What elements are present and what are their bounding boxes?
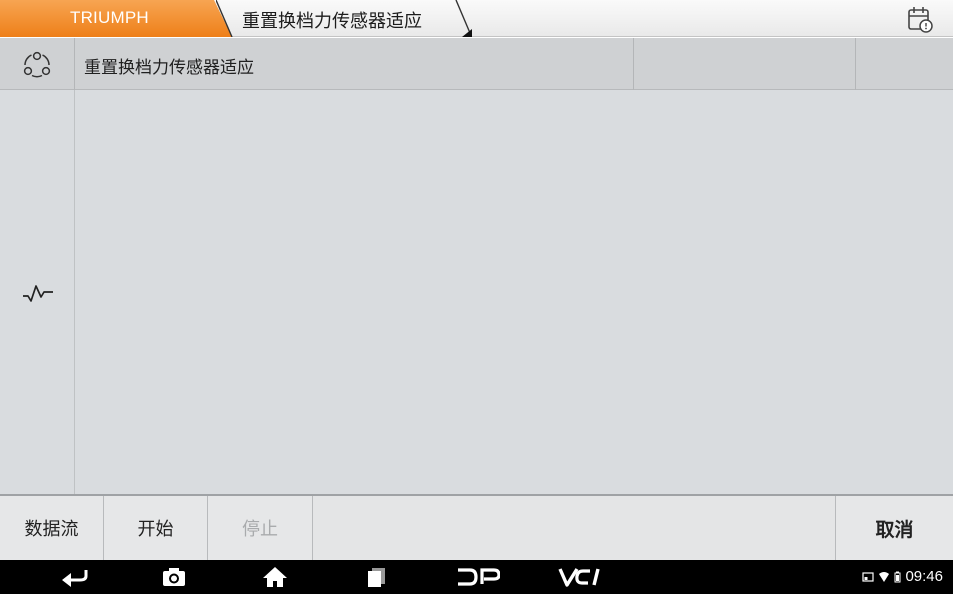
camera-icon[interactable] bbox=[161, 566, 187, 588]
side-panel bbox=[0, 90, 75, 495]
calendar-clock-icon bbox=[908, 7, 933, 33]
stop-button[interactable]: 停止 bbox=[208, 496, 313, 560]
home-icon[interactable] bbox=[262, 566, 288, 588]
action-bar: 数据流 开始 停止 取消 bbox=[0, 494, 953, 560]
battery-icon bbox=[894, 571, 901, 582]
main-panel bbox=[0, 90, 953, 495]
function-header-row: 重置换档力传感器适应 bbox=[0, 38, 953, 90]
waveform-icon[interactable] bbox=[22, 283, 54, 305]
datastream-button[interactable]: 数据流 bbox=[0, 496, 104, 560]
clock-time: 09:46 bbox=[905, 568, 943, 585]
row-value-cell bbox=[633, 38, 855, 90]
back-icon[interactable] bbox=[60, 566, 88, 588]
status-area: 09:46 bbox=[862, 568, 943, 585]
cancel-button[interactable]: 取消 bbox=[835, 496, 953, 560]
calendar-info-button[interactable] bbox=[905, 4, 935, 34]
row-unit-cell bbox=[855, 38, 953, 90]
wifi-icon bbox=[879, 571, 890, 582]
action-bar-spacer bbox=[313, 496, 835, 560]
brand-tab-label: TRIUMPH bbox=[70, 8, 149, 27]
content-area bbox=[76, 90, 953, 495]
breadcrumb-brand-tab[interactable]: TRIUMPH bbox=[0, 0, 232, 37]
vci-logo-icon[interactable] bbox=[556, 566, 604, 588]
function-title: 重置换档力传感器适应 bbox=[84, 58, 254, 78]
breadcrumb-page-tab[interactable]: 重置换档力传感器适应 bbox=[216, 0, 476, 37]
cast-icon bbox=[862, 571, 875, 582]
start-button[interactable]: 开始 bbox=[104, 496, 208, 560]
page-tab-label: 重置换档力传感器适应 bbox=[242, 11, 422, 32]
recent-apps-icon[interactable] bbox=[365, 566, 389, 588]
share-cycle-icon bbox=[23, 51, 51, 78]
row-icon-cell bbox=[0, 38, 75, 90]
dp-logo-icon[interactable] bbox=[456, 566, 500, 588]
system-nav-bar: 09:46 bbox=[0, 560, 953, 594]
title-bar: TRIUMPH 重置换档力传感器适应 bbox=[0, 0, 953, 37]
